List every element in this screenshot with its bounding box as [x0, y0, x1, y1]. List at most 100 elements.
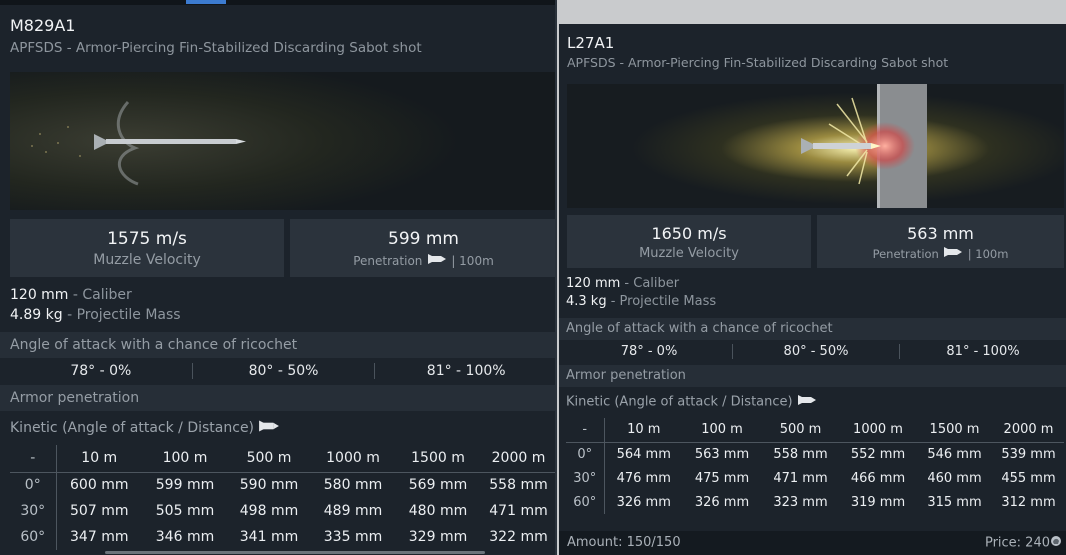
- shell-info-panel-l27a1: L27A1 APFSDS - Armor-Piercing Fin-Stabil…: [559, 24, 1066, 555]
- penetration-cell: 489 mm: [323, 503, 383, 519]
- distance-header: 100 m: [683, 418, 761, 443]
- active-tab-indicator[interactable]: [186, 0, 226, 4]
- shell-preview-image: [567, 84, 1064, 208]
- penetration-cell: 552 mm: [850, 446, 906, 462]
- muzzle-velocity-value: 1650 m/s: [651, 224, 727, 243]
- shell-icon: [427, 253, 447, 269]
- penetration-cell: 312 mm: [1001, 494, 1056, 510]
- mass-label: - Projectile Mass: [67, 307, 181, 323]
- distance-header: 500 m: [761, 418, 840, 443]
- distance-header: 2000 m: [480, 445, 555, 473]
- penetration-cell: 323 mm: [773, 494, 828, 510]
- penetration-cell: 460 mm: [927, 470, 982, 486]
- penetration-cell: 599 mm: [155, 477, 215, 494]
- caliber-label: - Caliber: [624, 276, 680, 291]
- penetration-cell: 564 mm: [616, 446, 671, 462]
- distance-header: 1000 m: [310, 445, 396, 473]
- silver-lion-icon: [1050, 535, 1062, 551]
- shell-flight-illustration: [10, 72, 555, 210]
- ricochet-values: 78° - 0% 80° - 50% 81° - 100%: [10, 363, 555, 379]
- caliber-value: 120 mm: [10, 287, 69, 303]
- angle-cell: 60°: [566, 490, 605, 514]
- penetration-distance: | 100m: [967, 247, 1009, 261]
- window-top-bar: [0, 0, 555, 5]
- shell-title: L27A1: [567, 34, 615, 52]
- penetration-stat: 563 mm Penetration | 100m: [817, 215, 1064, 268]
- ricochet-value: 81° - 100%: [899, 344, 1066, 359]
- mass-value: 4.3 kg: [566, 294, 607, 309]
- kinetic-label-row: Kinetic (Angle of attack / Distance): [566, 394, 817, 410]
- shell-type-description: APFSDS - Armor-Piercing Fin-Stabilized D…: [567, 55, 949, 70]
- caliber-row: 120 mm - Caliber: [10, 287, 132, 303]
- penetration-cell: 480 mm: [408, 503, 468, 519]
- kinetic-label: Kinetic (Angle of attack / Distance): [10, 420, 255, 436]
- penetration-cell: 326 mm: [616, 494, 671, 510]
- penetration-cell: 498 mm: [239, 503, 299, 519]
- penetration-cell: 346 mm: [155, 529, 215, 545]
- angle-cell: 60°: [10, 524, 57, 550]
- penetration-label: Penetration: [353, 254, 423, 268]
- ammo-amount: Amount: 150/150: [567, 535, 681, 550]
- ricochet-value: 80° - 50%: [732, 344, 899, 359]
- caliber-label: - Caliber: [72, 287, 132, 303]
- table-corner: -: [566, 418, 605, 443]
- penetration-cell: 580 mm: [323, 477, 383, 494]
- muzzle-velocity-stat: 1575 m/s Muzzle Velocity: [10, 219, 284, 277]
- table-header-row: - 10 m 100 m 500 m 1000 m 1500 m 2000 m: [566, 418, 1064, 443]
- mass-row: 4.89 kg - Projectile Mass: [10, 307, 181, 323]
- penetration-cell: 590 mm: [239, 477, 299, 494]
- penetration-cell: 505 mm: [155, 503, 215, 519]
- shell-preview-image: [10, 72, 555, 210]
- ricochet-header: Angle of attack with a chance of ricoche…: [559, 318, 1066, 340]
- penetration-table: - 10 m 100 m 500 m 1000 m 1500 m 2000 m …: [566, 418, 1064, 514]
- distance-header: 2000 m: [993, 418, 1064, 443]
- penetration-cell: 471 mm: [489, 503, 548, 519]
- penetration-cell: 563 mm: [694, 446, 750, 462]
- shell-info-panel-m829a1: M829A1 APFSDS - Armor-Piercing Fin-Stabi…: [0, 0, 557, 555]
- table-row: 0° 564 mm 563 mm 558 mm 552 mm 546 mm 53…: [566, 442, 1064, 466]
- kinetic-label: Kinetic (Angle of attack / Distance): [566, 394, 793, 410]
- penetration-label: Penetration: [872, 247, 939, 261]
- ricochet-value: 78° - 0%: [620, 344, 678, 359]
- armor-penetration-header: Armor penetration: [0, 385, 555, 411]
- penetration-cell: 326 mm: [694, 494, 750, 510]
- ricochet-value: 80° - 50%: [191, 363, 375, 379]
- ricochet-values: 78° - 0% 80° - 50% 81° - 100%: [566, 344, 1066, 359]
- muzzle-velocity-label: Muzzle Velocity: [93, 252, 201, 268]
- distance-header: 100 m: [142, 445, 228, 473]
- penetration-table: - 10 m 100 m 500 m 1000 m 1500 m 2000 m …: [10, 445, 555, 550]
- penetration-cell: 539 mm: [1001, 446, 1056, 462]
- distance-header: 10 m: [56, 445, 142, 473]
- shell-impact-illustration: [567, 84, 1064, 208]
- distance-header: 1500 m: [916, 418, 993, 443]
- muzzle-velocity-stat: 1650 m/s Muzzle Velocity: [567, 215, 811, 268]
- penetration-cell: 322 mm: [489, 529, 548, 545]
- penetration-cell: 546 mm: [927, 446, 982, 462]
- penetration-cell: 329 mm: [408, 529, 468, 545]
- penetration-value: 563 mm: [907, 224, 974, 243]
- penetration-cell: 471 mm: [773, 470, 828, 486]
- penetration-cell: 558 mm: [489, 477, 548, 494]
- kinetic-label-row: Kinetic (Angle of attack / Distance): [10, 419, 280, 437]
- penetration-cell: 569 mm: [408, 477, 468, 494]
- penetration-value: 599 mm: [388, 229, 459, 249]
- table-row: 30° 476 mm 475 mm 471 mm 466 mm 460 mm 4…: [566, 466, 1064, 490]
- distance-header: 500 m: [228, 445, 310, 473]
- penetration-cell: 347 mm: [70, 529, 129, 545]
- muzzle-velocity-label: Muzzle Velocity: [639, 246, 739, 261]
- penetration-cell: 558 mm: [773, 446, 828, 462]
- penetration-cell: 466 mm: [850, 470, 906, 486]
- penetration-cell: 455 mm: [1001, 470, 1056, 486]
- penetration-stat: 599 mm Penetration | 100m: [290, 219, 555, 277]
- distance-header: 1000 m: [840, 418, 916, 443]
- angle-cell: 30°: [10, 498, 57, 524]
- horizontal-scrollbar[interactable]: [105, 551, 485, 554]
- angle-cell: 30°: [566, 466, 605, 490]
- shell-title: M829A1: [10, 16, 76, 35]
- shell-icon: [797, 394, 817, 410]
- shell-icon: [943, 246, 963, 262]
- penetration-cell: 341 mm: [239, 529, 299, 545]
- ammo-footer: Amount: 150/150 Price: 240: [559, 531, 1066, 555]
- mass-value: 4.89 kg: [10, 307, 63, 323]
- table-row: 30° 507 mm 505 mm 498 mm 489 mm 480 mm 4…: [10, 498, 555, 524]
